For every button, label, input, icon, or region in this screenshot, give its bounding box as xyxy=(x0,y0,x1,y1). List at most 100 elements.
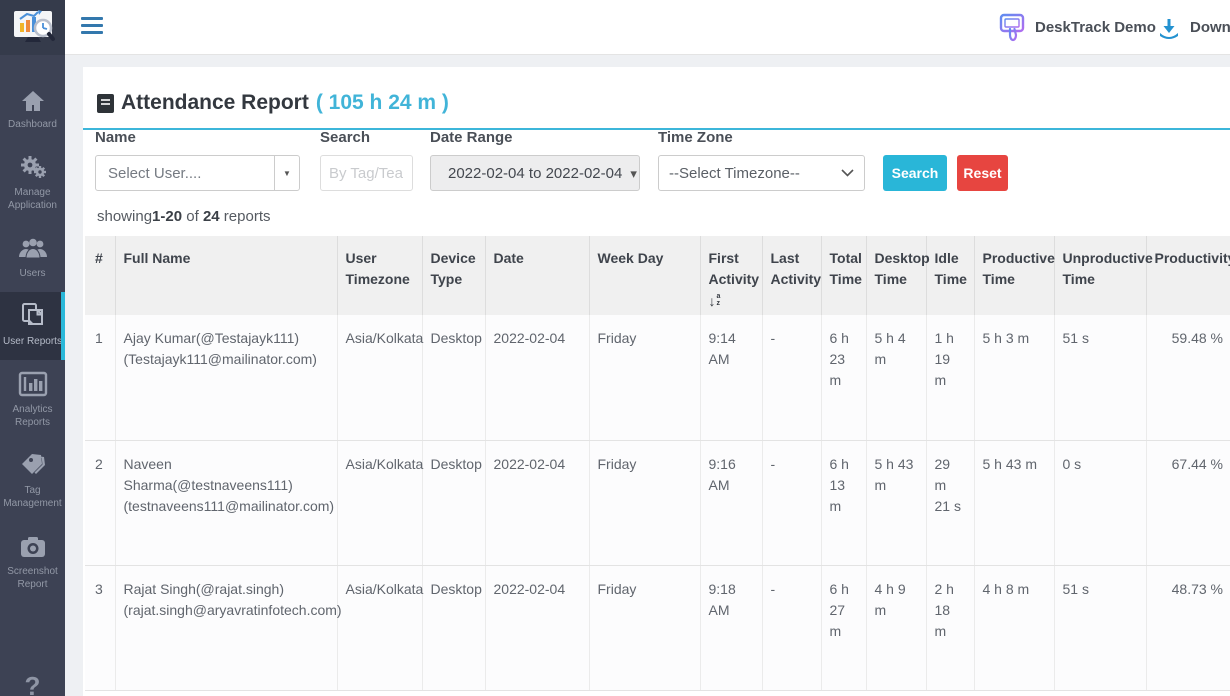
cell-date: 2022-02-04 xyxy=(485,440,589,565)
table-row: 3 Rajat Singh(@rajat.singh)(rajat.singh@… xyxy=(85,565,1230,690)
attendance-report-panel: Attendance Report ( 105 h 24 m ) Name Se… xyxy=(83,67,1230,696)
download-label: Download xyxy=(1190,19,1230,36)
column-header-user-timezone[interactable]: User Timezone xyxy=(337,236,422,315)
cell-full-name: Ajay Kumar(@Testajayk111)(Testajayk111@m… xyxy=(115,315,337,440)
page-title: Attendance Report xyxy=(121,91,309,115)
date-range-label: Date Range xyxy=(430,129,513,146)
search-filter-label: Search xyxy=(320,129,370,146)
account-name: DeskTrack Demo xyxy=(1035,19,1156,36)
cell-total-time: 6 h 23 m xyxy=(821,315,866,440)
name-filter-label: Name xyxy=(95,129,136,146)
sidebar-item-analytics-reports[interactable]: Analytics Reports xyxy=(0,360,65,441)
cell-date: 2022-02-04 xyxy=(485,315,589,440)
page-title-row: Attendance Report ( 105 h 24 m ) xyxy=(83,67,1230,130)
sidebar-item-dashboard[interactable]: Dashboard xyxy=(0,75,65,143)
cell-productivity: 67.44 % xyxy=(1146,440,1230,565)
column-header-index: # xyxy=(85,236,115,315)
cell-week-day: Friday xyxy=(589,565,700,690)
sidebar-nav: Dashboard Manage Appli xyxy=(0,75,65,603)
date-range-picker[interactable]: 2022-02-04 to 2022-02-04 xyxy=(430,155,640,191)
reports-icon xyxy=(19,303,47,329)
menu-toggle-button[interactable] xyxy=(81,17,103,38)
tag-team-search-input[interactable] xyxy=(320,155,413,191)
sidebar-item-manage-application[interactable]: Manage Application xyxy=(0,143,65,224)
cell-index: 1 xyxy=(85,315,115,440)
cell-device-type: Desktop xyxy=(422,565,485,690)
cell-week-day: Friday xyxy=(589,315,700,440)
column-header-unproductive-time[interactable]: Unproductive Time xyxy=(1054,236,1146,315)
cell-full-name: Rajat Singh(@rajat.singh)(rajat.singh@ar… xyxy=(115,565,337,690)
sidebar-item-user-reports[interactable]: User Reports xyxy=(0,292,65,360)
column-header-full-name[interactable]: Full Name xyxy=(115,236,337,315)
cell-total-time: 6 h 13 m xyxy=(821,440,866,565)
home-icon xyxy=(21,86,45,112)
cell-idle-time: 29 m 21 s xyxy=(926,440,974,565)
column-header-last-activity[interactable]: Last Activity xyxy=(762,236,821,315)
help-icon: ? xyxy=(25,671,41,696)
reset-button[interactable]: Reset xyxy=(957,155,1008,191)
cell-device-type: Desktop xyxy=(422,315,485,440)
table-row: 1 Ajay Kumar(@Testajayk111)(Testajayk111… xyxy=(85,315,1230,440)
cell-productivity: 48.73 % xyxy=(1146,565,1230,690)
cell-desktop-time: 4 h 9 m xyxy=(866,565,926,690)
cell-last-activity: - xyxy=(762,315,821,440)
account-avatar-icon xyxy=(998,13,1026,43)
column-header-total-time[interactable]: Total Time xyxy=(821,236,866,315)
user-select-value: Select User.... xyxy=(96,165,274,182)
cell-unproductive-time: 0 s xyxy=(1054,440,1146,565)
report-total-duration: ( 105 h 24 m ) xyxy=(316,91,449,115)
timezone-label: Time Zone xyxy=(658,129,733,146)
sidebar-item-help[interactable]: ? xyxy=(0,671,65,696)
users-icon xyxy=(18,235,48,261)
column-header-idle-time[interactable]: Idle Time xyxy=(926,236,974,315)
caret-down-icon xyxy=(274,156,299,190)
column-header-desktop-time[interactable]: Desktop Time xyxy=(866,236,926,315)
cell-first-activity: 9:16 AM xyxy=(700,440,762,565)
sidebar-item-label: Users xyxy=(19,267,45,280)
desktrack-logo[interactable] xyxy=(0,0,65,55)
cell-desktop-time: 5 h 43 m xyxy=(866,440,926,565)
tags-icon xyxy=(18,452,48,478)
report-icon xyxy=(97,94,114,113)
gears-icon xyxy=(19,154,47,180)
cell-first-activity: 9:14 AM xyxy=(700,315,762,440)
cell-unproductive-time: 51 s xyxy=(1054,565,1146,690)
column-header-date[interactable]: Date xyxy=(485,236,589,315)
download-icon xyxy=(1157,16,1181,40)
cell-index: 2 xyxy=(85,440,115,565)
column-header-device-type[interactable]: Device Type xyxy=(422,236,485,315)
sidebar-item-users[interactable]: Users xyxy=(0,224,65,292)
cell-idle-time: 2 h 18 m xyxy=(926,565,974,690)
table-row: 2 Naveen Sharma(@testnaveens111)(testnav… xyxy=(85,440,1230,565)
sidebar-item-tag-management[interactable]: Tag Management xyxy=(0,441,65,522)
sidebar-item-screenshot-report[interactable]: Screenshot Report xyxy=(0,522,65,603)
account-menu[interactable]: DeskTrack Demo xyxy=(998,0,1156,55)
sidebar-item-label: Analytics Reports xyxy=(2,403,63,429)
download-button[interactable]: Download xyxy=(1157,0,1230,55)
results-summary: showing1-20 of 24 reports xyxy=(97,208,270,225)
timezone-select[interactable]: --Select Timezone-- xyxy=(658,155,865,191)
cell-last-activity: - xyxy=(762,440,821,565)
sidebar-item-label: Screenshot Report xyxy=(2,565,63,591)
table-header-row: # Full Name User Timezone Device Type Da… xyxy=(85,236,1230,315)
cell-user-timezone: Asia/Kolkata xyxy=(337,315,422,440)
search-button[interactable]: Search xyxy=(883,155,947,191)
sidebar-item-label: Dashboard xyxy=(8,118,57,131)
cell-idle-time: 1 h 19 m xyxy=(926,315,974,440)
user-select[interactable]: Select User.... xyxy=(95,155,300,191)
cell-date: 2022-02-04 xyxy=(485,565,589,690)
sort-alpha-asc-icon[interactable] xyxy=(709,291,721,312)
sidebar-item-label: Tag Management xyxy=(2,484,63,510)
cell-unproductive-time: 51 s xyxy=(1054,315,1146,440)
caret-down-icon xyxy=(630,165,637,182)
column-header-first-activity[interactable]: First Activity xyxy=(700,236,762,315)
sidebar-item-label: User Reports xyxy=(3,335,62,348)
sidebar-item-label: Manage Application xyxy=(2,186,63,212)
cell-week-day: Friday xyxy=(589,440,700,565)
cell-index: 3 xyxy=(85,565,115,690)
column-header-week-day[interactable]: Week Day xyxy=(589,236,700,315)
camera-icon xyxy=(19,533,47,559)
chevron-down-icon xyxy=(841,169,854,177)
column-header-productivity[interactable]: Productivity xyxy=(1146,236,1230,315)
column-header-productive-time[interactable]: Productive Time xyxy=(974,236,1054,315)
